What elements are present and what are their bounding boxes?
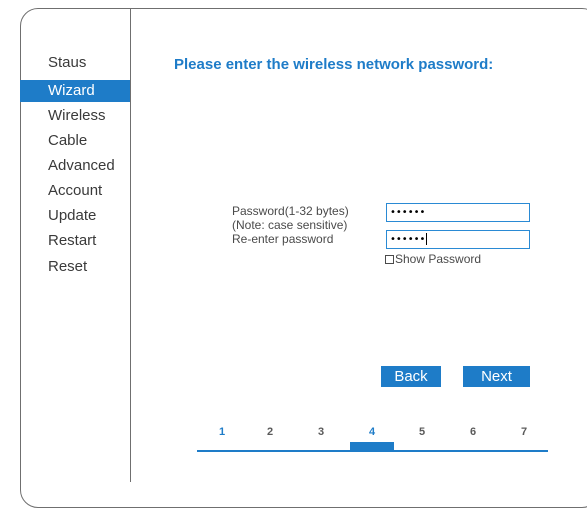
step-progress-line (197, 450, 548, 452)
sidebar: Staus Wizard Wireless Cable Advanced Acc… (20, 8, 131, 482)
show-password-toggle[interactable]: Show Password (385, 252, 481, 266)
step-2: 2 (266, 426, 274, 438)
sidebar-item-cable[interactable]: Cable (20, 130, 130, 152)
step-5: 5 (418, 426, 426, 438)
current-step-marker (350, 442, 394, 450)
reenter-password-label: Re-enter password (232, 232, 334, 246)
next-button[interactable]: Next (463, 366, 530, 387)
sidebar-item-reset[interactable]: Reset (20, 256, 130, 278)
back-button[interactable]: Back (381, 366, 441, 387)
wizard-step-indicator: 1 2 3 4 5 6 7 (197, 420, 548, 452)
step-4: 4 (368, 426, 376, 438)
password-value: •••••• (390, 207, 426, 218)
password-label: Password(1-32 bytes) (232, 204, 349, 218)
case-note-label: (Note: case sensitive) (232, 218, 348, 232)
page-title: Please enter the wireless network passwo… (174, 56, 494, 73)
step-3: 3 (317, 426, 325, 438)
sidebar-item-account[interactable]: Account (20, 180, 130, 202)
reenter-password-value: •••••• (390, 234, 426, 245)
sidebar-item-restart[interactable]: Restart (20, 230, 130, 252)
reenter-password-field[interactable]: •••••• (386, 230, 530, 249)
step-6: 6 (469, 426, 477, 438)
step-1: 1 (218, 426, 226, 438)
sidebar-item-wireless[interactable]: Wireless (20, 105, 130, 127)
sidebar-item-advanced[interactable]: Advanced (20, 155, 130, 177)
sidebar-item-staus[interactable]: Staus (20, 52, 130, 74)
password-field[interactable]: •••••• (386, 203, 530, 222)
sidebar-item-update[interactable]: Update (20, 205, 130, 227)
show-password-label: Show Password (395, 252, 482, 266)
sidebar-item-wizard[interactable]: Wizard (20, 80, 130, 102)
text-caret (426, 233, 428, 245)
step-7: 7 (520, 426, 528, 438)
show-password-checkbox[interactable] (385, 255, 394, 264)
